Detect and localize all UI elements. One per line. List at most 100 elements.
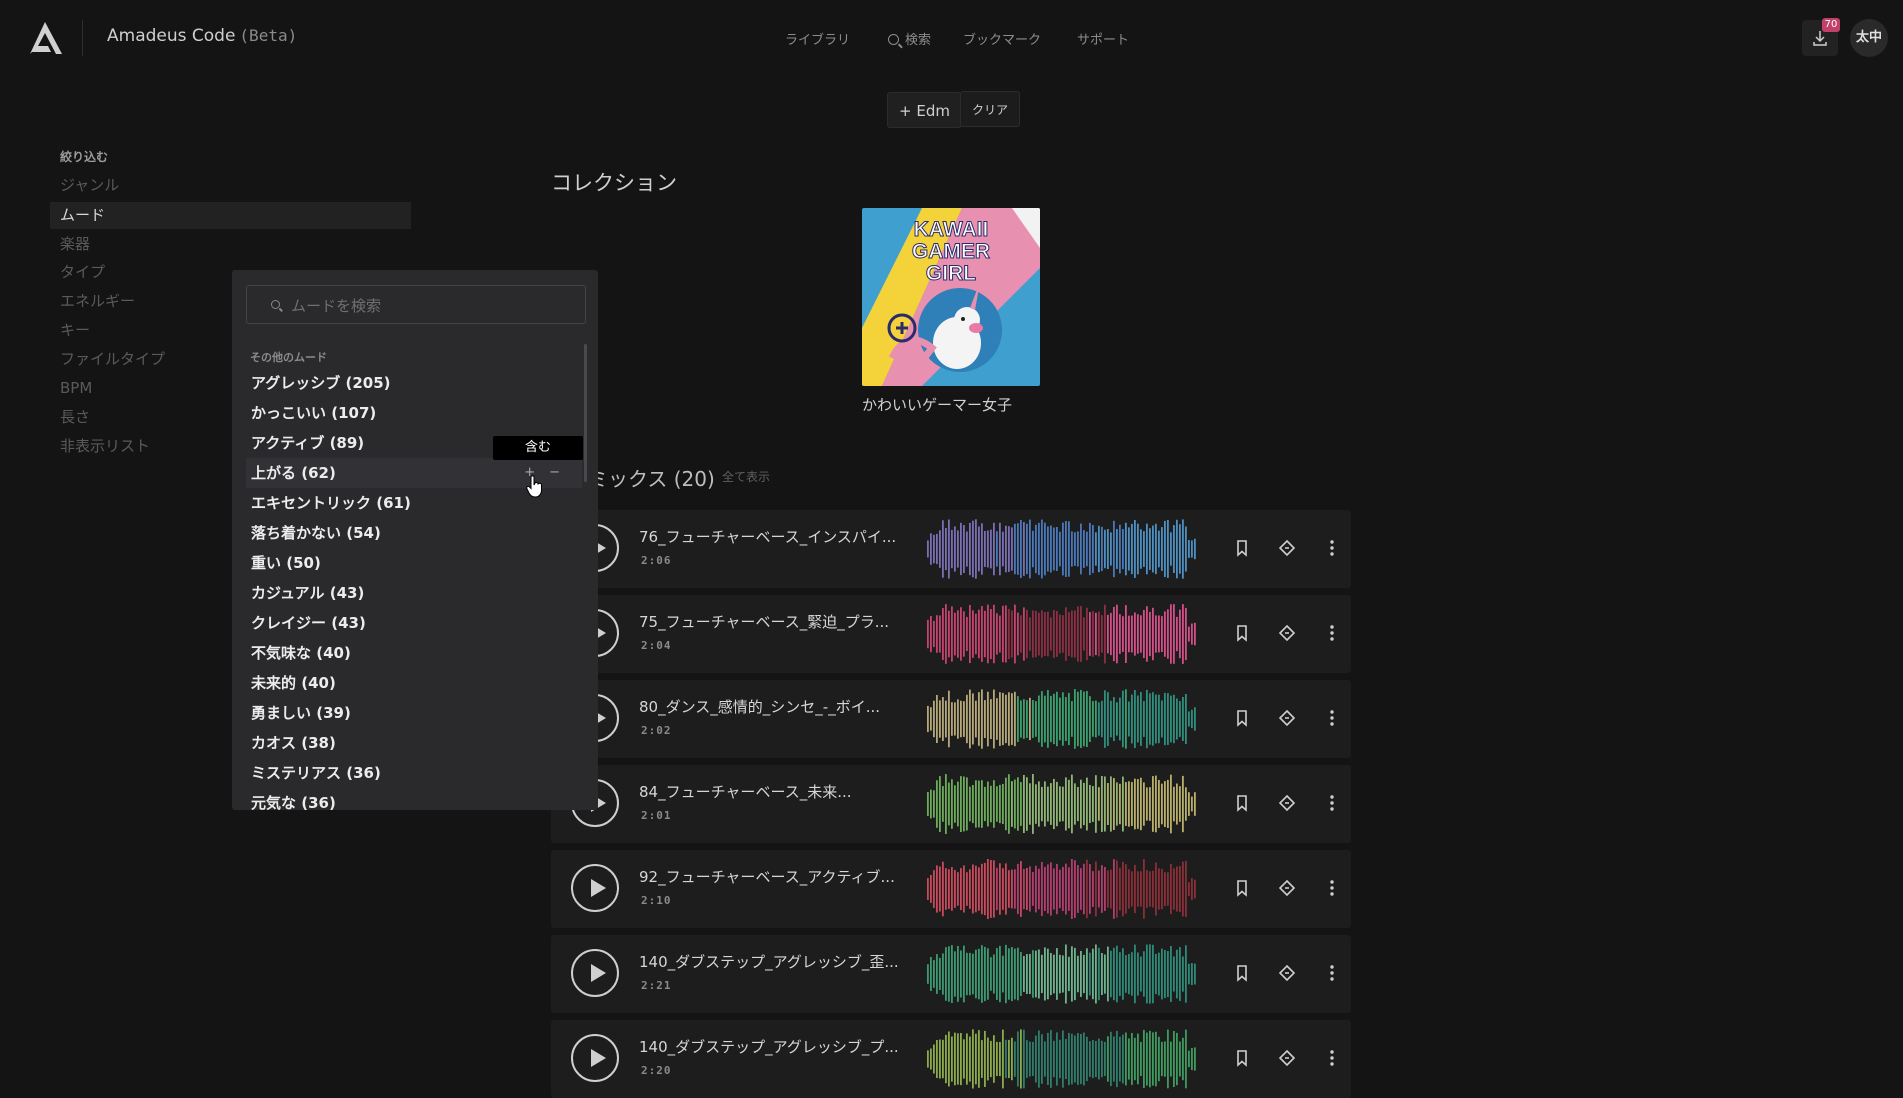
mood-item[interactable]: 勇ましい (39) (246, 698, 582, 728)
waveform-bar (1188, 792, 1190, 816)
mood-item[interactable]: 元気な (36) (246, 788, 582, 810)
diamond-icon[interactable] (1276, 707, 1298, 729)
waveform[interactable] (927, 773, 1199, 835)
track-row[interactable]: 80_ダンス_感情的_シンセ_-_ボイ... 2:02 (551, 680, 1351, 758)
waveform-bar (1176, 1032, 1178, 1086)
waveform-bar (1053, 1040, 1055, 1078)
track-title[interactable]: 140_ダブステップ_アグレッシブ_プ... (639, 1036, 899, 1057)
play-button[interactable] (571, 864, 619, 912)
nav-library[interactable]: ライブラリ (785, 29, 850, 48)
amadeus-logo-icon[interactable] (26, 20, 64, 56)
waveform-bar (939, 700, 941, 738)
track-row[interactable]: 140_ダブステップ_アグレッシブ_歪... 2:21 (551, 935, 1351, 1013)
waveform-bar (1170, 946, 1172, 1002)
bookmark-icon[interactable] (1231, 707, 1253, 729)
track-row[interactable]: 140_ダブステップ_アグレッシブ_プ... 2:20 (551, 1020, 1351, 1098)
sidebar-item-mood[interactable]: ムード (50, 202, 411, 229)
track-title[interactable]: 76_フューチャーベース_インスパイ... (639, 526, 896, 547)
more-vertical-icon[interactable] (1321, 962, 1343, 984)
more-vertical-icon[interactable] (1321, 792, 1343, 814)
track-title[interactable]: 80_ダンス_感情的_シンセ_-_ボイ... (639, 696, 880, 717)
waveform[interactable] (927, 943, 1199, 1005)
sidebar-item-genre[interactable]: ジャンル (50, 172, 411, 199)
more-vertical-icon[interactable] (1321, 622, 1343, 644)
avatar[interactable]: 太中 (1850, 19, 1888, 57)
diamond-icon[interactable] (1276, 792, 1298, 814)
waveform-bar (969, 869, 971, 909)
waveform-bar (1089, 864, 1091, 914)
active-filter-chip[interactable]: + Edm (887, 92, 962, 128)
track-title[interactable]: 92_フューチャーベース_アクティブ... (639, 866, 895, 887)
track-title[interactable]: 140_ダブステップ_アグレッシブ_歪... (639, 951, 899, 972)
track-row[interactable]: 75_フューチャーベース_緊迫_プラ... 2:04 (551, 595, 1351, 673)
mood-item[interactable]: 不気味な (40) (246, 638, 582, 668)
waveform[interactable] (927, 688, 1199, 750)
waveform-bar (978, 692, 980, 746)
mood-item[interactable]: 重い (50) (246, 548, 582, 578)
waveform-bar (1194, 707, 1196, 731)
waveform-bar (1011, 781, 1013, 827)
waveform-bar (1059, 1039, 1061, 1079)
more-vertical-icon[interactable] (1321, 707, 1343, 729)
mood-item[interactable]: かっこいい (107) (246, 398, 582, 428)
waveform-bar (939, 1039, 941, 1079)
waveform-bar (1005, 694, 1007, 744)
clear-filters-button[interactable]: クリア (960, 91, 1021, 127)
more-vertical-icon[interactable] (1321, 877, 1343, 899)
play-button[interactable] (571, 949, 619, 997)
sidebar-item-instrument[interactable]: 楽器 (50, 231, 411, 258)
waveform-bar (1050, 617, 1052, 651)
bookmark-icon[interactable] (1231, 962, 1253, 984)
track-row[interactable]: 92_フューチャーベース_アクティブ... 2:10 (551, 850, 1351, 928)
diamond-icon[interactable] (1276, 962, 1298, 984)
exclude-mood-button[interactable]: − (549, 465, 560, 480)
mood-item[interactable]: カジュアル (43) (246, 578, 582, 608)
bookmark-icon[interactable] (1231, 792, 1253, 814)
waveform-bar (1113, 697, 1115, 741)
play-button[interactable] (571, 1034, 619, 1082)
track-row[interactable]: 76_フューチャーベース_インスパイ... 2:06 (551, 510, 1351, 588)
mood-search-input[interactable] (289, 286, 583, 325)
nav-support[interactable]: サポート (1077, 29, 1129, 48)
mood-item[interactable]: アグレッシブ (205) (246, 368, 582, 398)
waveform-bar (948, 519, 950, 579)
waveform-bar (1143, 859, 1145, 919)
waveform-bar (1047, 1032, 1049, 1085)
diamond-icon[interactable] (1276, 877, 1298, 899)
mood-item[interactable]: クレイジー (43) (246, 608, 582, 638)
track-title[interactable]: 84_フューチャーベース_未来... (639, 781, 852, 802)
track-title[interactable]: 75_フューチャーベース_緊迫_プラ... (639, 611, 889, 632)
bookmark-icon[interactable] (1231, 622, 1253, 644)
nav-search[interactable]: 検索 (888, 29, 931, 48)
waveform[interactable] (927, 603, 1199, 665)
waveform-bar (1128, 615, 1130, 653)
more-vertical-icon[interactable] (1321, 537, 1343, 559)
waveform-bar (1191, 623, 1193, 645)
more-vertical-icon[interactable] (1321, 1047, 1343, 1069)
nav-bookmarks[interactable]: ブックマーク (963, 29, 1041, 48)
waveform-bar (984, 946, 986, 1002)
collection-caption[interactable]: かわいいゲーマー女子 (862, 394, 1012, 415)
track-row[interactable]: 84_フューチャーベース_未来... 2:01 (551, 765, 1351, 843)
diamond-icon[interactable] (1276, 1047, 1298, 1069)
waveform[interactable] (927, 518, 1199, 580)
mood-list-scrollbar[interactable] (584, 344, 587, 482)
show-all-link[interactable]: 全て表示 (722, 468, 770, 485)
mood-item[interactable]: ミステリアス (36) (246, 758, 582, 788)
waveform[interactable] (927, 1028, 1199, 1090)
mood-item[interactable]: カオス (38) (246, 728, 582, 758)
collection-cover-image[interactable]: KAWAII GAMER GIRL (862, 208, 1040, 386)
waveform[interactable] (927, 858, 1199, 920)
diamond-icon[interactable] (1276, 622, 1298, 644)
mood-item[interactable]: 落ち着かない (54) (246, 518, 582, 548)
bookmark-icon[interactable] (1231, 537, 1253, 559)
mood-item[interactable]: 未来的 (40) (246, 668, 582, 698)
waveform-bar (1038, 695, 1040, 743)
waveform-bar (1128, 953, 1130, 995)
bookmark-icon[interactable] (1231, 877, 1253, 899)
diamond-icon[interactable] (1276, 537, 1298, 559)
waveform-bar (954, 612, 956, 656)
bookmark-icon[interactable] (1231, 1047, 1253, 1069)
waveform-bar (1173, 525, 1175, 573)
waveform-bar (1017, 696, 1019, 742)
